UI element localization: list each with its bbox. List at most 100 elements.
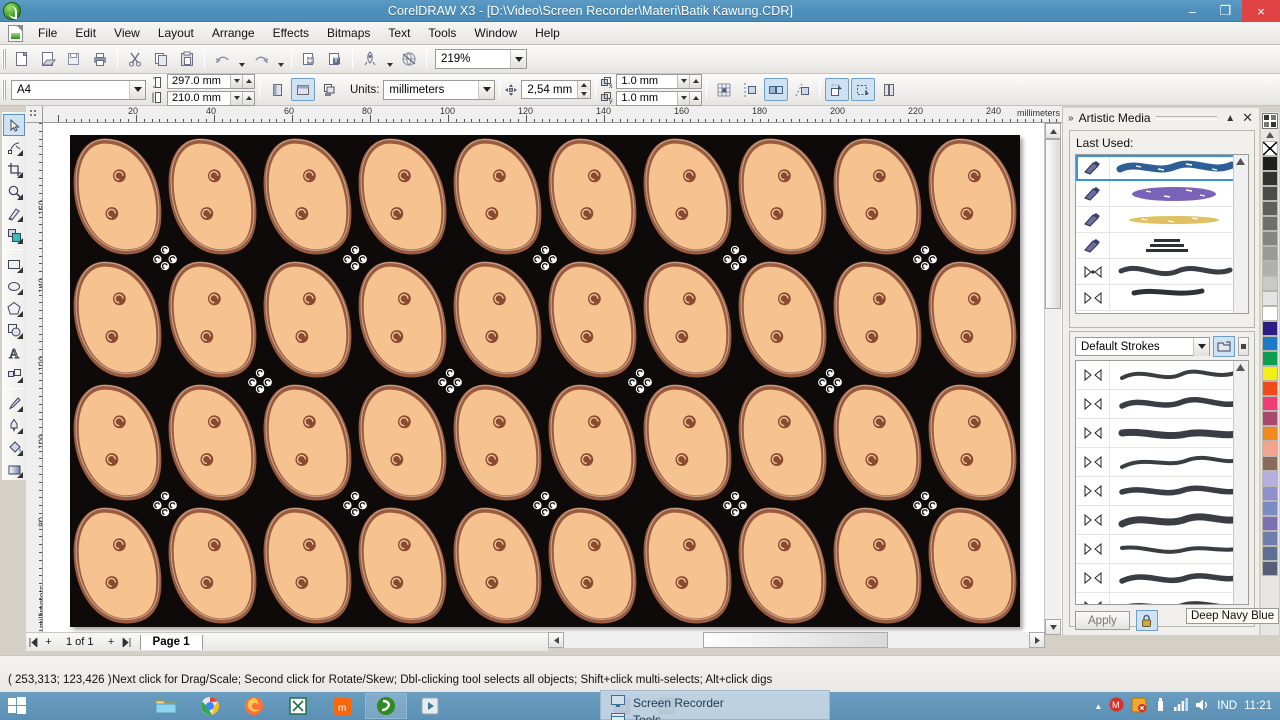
flyout-arrow-icon-6[interactable]	[17, 267, 23, 273]
taskbar-item-google-chrome[interactable]	[189, 693, 231, 719]
color-swatch[interactable]	[1262, 351, 1278, 366]
flyout-arrow-icon-4[interactable]	[17, 216, 23, 222]
flyout-arrow-icon-5[interactable]	[17, 238, 23, 244]
rectangle-tool[interactable]	[3, 253, 25, 275]
list-item[interactable]	[1076, 155, 1248, 313]
list-item[interactable]	[1076, 506, 1248, 535]
horizontal-scroll-thumb[interactable]	[703, 632, 888, 648]
windows-start-icon[interactable]	[0, 692, 34, 720]
list-item[interactable]	[1076, 477, 1248, 506]
taskbar-item-mozilla-firefox[interactable]	[233, 693, 275, 719]
interactive-fill-tool[interactable]	[3, 458, 25, 480]
color-swatch[interactable]	[1262, 471, 1278, 486]
chevron-down-icon-pagesize[interactable]	[129, 80, 145, 99]
vertical-ruler[interactable]: 16014012010080millimeters	[26, 123, 43, 635]
ruler-origin[interactable]	[26, 106, 43, 123]
scroll-left-button[interactable]	[548, 632, 564, 648]
treat-as-filled-button[interactable]	[825, 78, 850, 101]
color-swatch[interactable]	[1262, 336, 1278, 351]
dup-x-spinners[interactable]	[677, 74, 702, 88]
list-item[interactable]	[1076, 233, 1248, 259]
page-tab-page-1[interactable]: Page 1	[139, 634, 203, 650]
pick-tool[interactable]	[3, 114, 25, 136]
antivirus-shield-icon[interactable]	[1131, 697, 1147, 716]
dup-x-down[interactable]	[677, 74, 690, 88]
page-width-input[interactable]: 297.0 mm	[167, 73, 255, 89]
color-swatch[interactable]	[1262, 186, 1278, 201]
strokes-scrollbar[interactable]	[1233, 361, 1248, 604]
shape-tool[interactable]	[3, 136, 25, 158]
zoom-tool[interactable]	[3, 180, 25, 202]
dup-x-up[interactable]	[689, 74, 702, 88]
menu-file[interactable]: File	[29, 23, 66, 43]
list-item[interactable]	[1076, 285, 1248, 311]
nudge-down[interactable]	[577, 89, 591, 98]
toolbar-grip[interactable]	[2, 49, 6, 69]
palette-options-button[interactable]	[1262, 113, 1278, 129]
menu-view[interactable]: View	[105, 23, 149, 43]
save-document-button[interactable]	[62, 48, 86, 71]
portrait-orientation-button[interactable]	[265, 78, 289, 101]
menu-bitmaps[interactable]: Bitmaps	[318, 23, 379, 43]
horizontal-ruler[interactable]: 20 40 60 80 100 120 140 160 180 200 220 240 millimet…	[26, 106, 1062, 123]
page-height-input[interactable]: 210.0 mm	[167, 90, 255, 106]
application-launcher-button[interactable]	[358, 48, 382, 71]
list-item[interactable]	[1076, 535, 1248, 564]
add-page-before-button[interactable]: +	[41, 635, 56, 650]
nudge-up[interactable]	[577, 81, 591, 90]
vertical-scrollbar[interactable]	[1044, 123, 1061, 635]
undo-button[interactable]	[210, 48, 234, 71]
flyout-arrow-icon-2[interactable]	[17, 172, 23, 178]
lock-button[interactable]	[1135, 610, 1158, 631]
list-item[interactable]	[1076, 181, 1248, 207]
color-swatch[interactable]	[1262, 156, 1278, 171]
close-button[interactable]: ×	[1242, 0, 1280, 22]
wireframe-select-button[interactable]	[851, 78, 876, 101]
dup-y-spinners[interactable]	[677, 91, 702, 105]
color-swatch[interactable]	[1262, 276, 1278, 291]
menu-layout[interactable]: Layout	[149, 23, 203, 43]
chevron-down-icon-units[interactable]	[478, 80, 495, 99]
corel-online-button[interactable]	[397, 48, 421, 71]
last-used-list[interactable]	[1075, 154, 1249, 314]
export-button[interactable]	[323, 48, 347, 71]
mail-icon[interactable]: M	[1109, 697, 1124, 715]
flyout-arrow-icon-3[interactable]	[17, 194, 23, 200]
chevron-down-icon-zoom[interactable]	[510, 50, 526, 68]
color-swatch[interactable]	[1262, 516, 1278, 531]
open-document-button[interactable]	[36, 48, 60, 71]
outline-tool[interactable]	[3, 414, 25, 436]
taskbar-item-mi-app[interactable]: m	[321, 693, 363, 719]
color-swatch[interactable]	[1262, 381, 1278, 396]
list-item[interactable]	[1076, 593, 1248, 604]
color-swatch[interactable]	[1262, 531, 1278, 546]
color-swatch[interactable]	[1262, 546, 1278, 561]
palette-scroll-up-button[interactable]	[1262, 130, 1278, 140]
cut-button[interactable]	[123, 48, 147, 71]
duplicate-y-input[interactable]: 1.0 mm	[616, 90, 703, 106]
snap-to-guidelines-button[interactable]	[738, 78, 762, 101]
page-width-down[interactable]	[230, 74, 242, 88]
palette-swatches[interactable]	[1261, 156, 1279, 576]
smart-fill-tool[interactable]	[3, 224, 25, 246]
browse-strokes-button[interactable]	[1213, 336, 1235, 357]
color-swatch[interactable]	[1262, 396, 1278, 411]
flyout-arrow-icon-7[interactable]	[17, 289, 23, 295]
color-palette[interactable]	[1261, 112, 1279, 635]
interactive-blend-tool[interactable]	[3, 363, 25, 385]
perfect-shapes-tool[interactable]	[3, 319, 25, 341]
launcher-dropdown[interactable]	[384, 48, 395, 71]
zoom-level-combo[interactable]: 219%	[435, 49, 527, 69]
taskbar-item-file-explorer[interactable]	[145, 693, 187, 719]
restore-button[interactable]: ❐	[1209, 0, 1242, 22]
docker-collapse-icon[interactable]: ▲	[1222, 113, 1238, 124]
scroll-right-button[interactable]	[1029, 632, 1045, 648]
page-size-combo[interactable]: A4	[11, 79, 146, 100]
scroll-down-button[interactable]	[1045, 619, 1061, 635]
list-item[interactable]	[1076, 564, 1248, 593]
batik-kawung-artwork[interactable]	[70, 135, 1020, 627]
color-swatch[interactable]	[1262, 426, 1278, 441]
color-swatch[interactable]	[1262, 201, 1278, 216]
undo-dropdown[interactable]	[236, 48, 247, 71]
volume-speaker-icon[interactable]	[1195, 698, 1210, 715]
